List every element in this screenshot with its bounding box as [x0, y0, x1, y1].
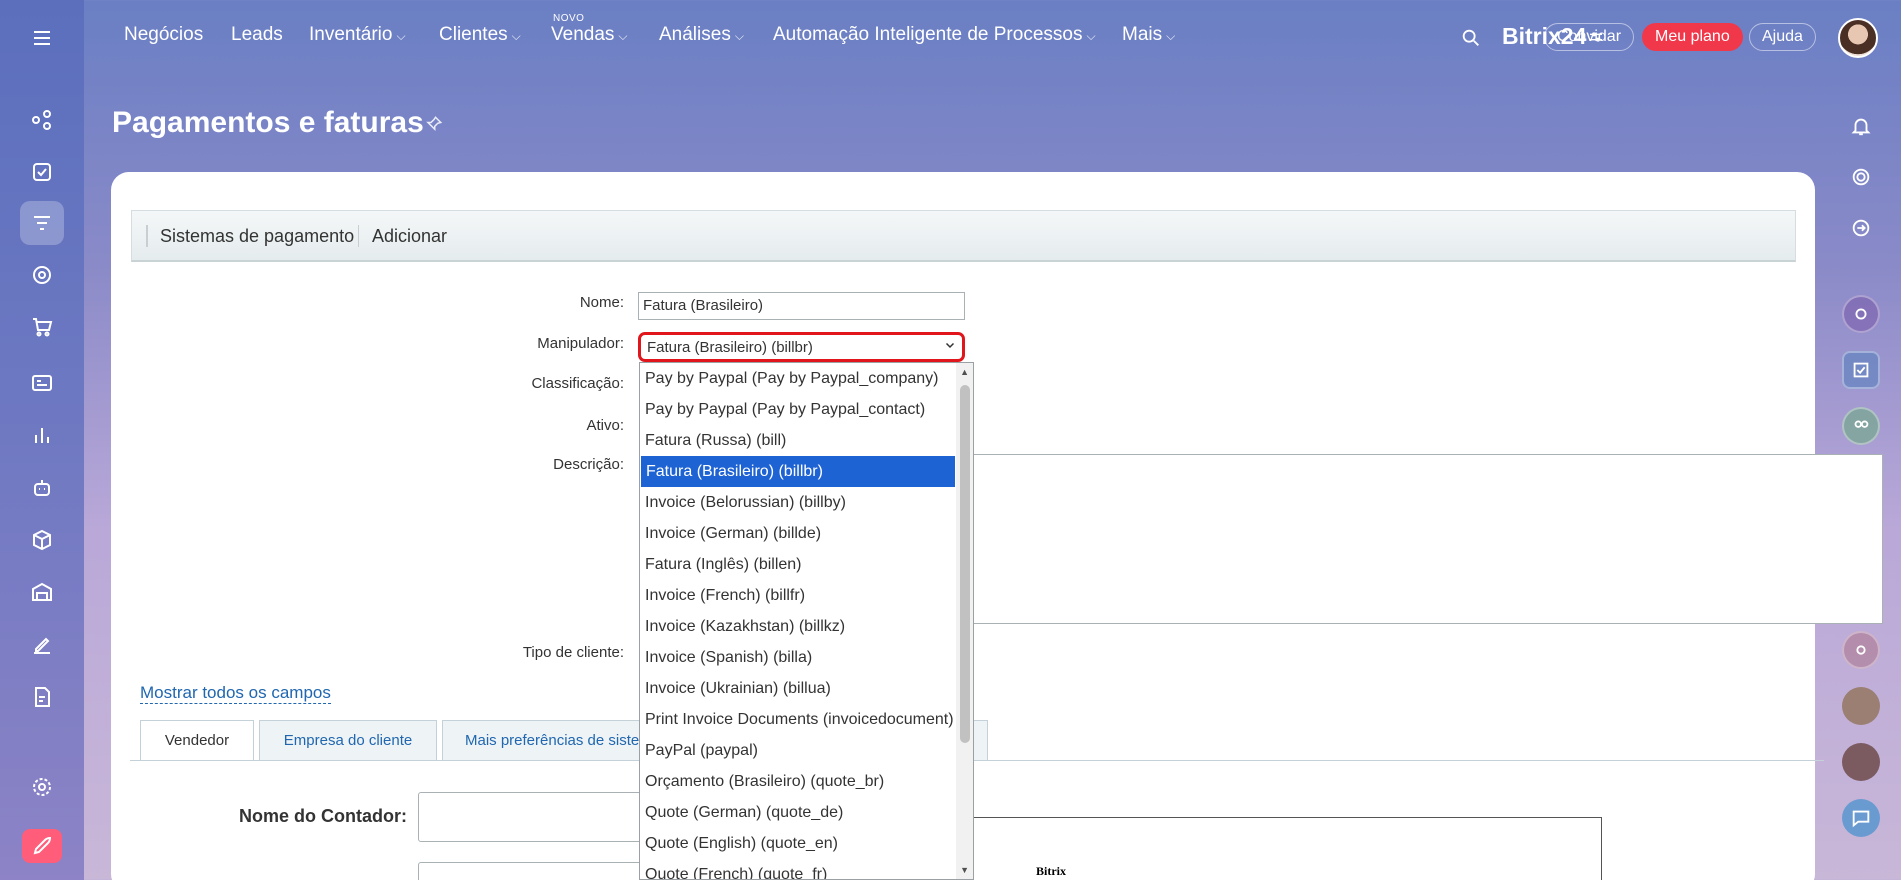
dropdown-option[interactable]: Invoice (Kazakhstan) (billkz) — [640, 611, 956, 642]
dropdown-option[interactable]: Fatura (Inglês) (billen) — [640, 549, 956, 580]
dropdown-option[interactable]: Quote (French) (quote_fr) — [640, 859, 956, 879]
nav-item-clientes[interactable]: Clientes ⌵ — [439, 24, 521, 46]
description-textarea[interactable] — [969, 454, 1883, 624]
dropdown-option[interactable]: Print Invoice Documents (invoicedocument… — [640, 704, 956, 735]
dropdown-option[interactable]: Invoice (Ukrainian) (billua) — [640, 673, 956, 704]
cart-icon[interactable] — [20, 305, 64, 349]
status-icon[interactable] — [1842, 631, 1880, 669]
analytics-icon[interactable] — [20, 413, 64, 457]
name-label: Nome: — [579, 294, 624, 311]
avatar[interactable] — [1842, 743, 1880, 781]
chevron-down-icon: ⌵ — [1086, 29, 1096, 43]
handler-dropdown-list[interactable]: Pay by Paypal (Pay by Paypal_company) Pay… — [639, 362, 974, 880]
box-icon[interactable] — [20, 518, 64, 562]
menu-icon[interactable] — [20, 16, 64, 60]
scrollbar-thumb[interactable] — [960, 385, 970, 743]
chevron-down-icon: ⌵ — [734, 29, 744, 43]
contador-input[interactable] — [418, 792, 648, 842]
dropdown-option[interactable]: Pay by Paypal (Pay by Paypal_contact) — [640, 394, 956, 425]
pin-icon[interactable] — [425, 115, 443, 138]
name-field[interactable]: Fatura (Brasileiro) — [638, 292, 965, 320]
sign-icon[interactable] — [20, 623, 64, 667]
nav-item-mais[interactable]: Mais ⌵ — [1122, 24, 1175, 46]
tab-divider — [130, 760, 1824, 761]
nav-item-vendas[interactable]: Vendas ⌵ — [551, 24, 628, 46]
crm-icon[interactable] — [20, 201, 64, 245]
tab-empresa-do-cliente[interactable]: Empresa do cliente — [259, 720, 437, 760]
text-input[interactable] — [418, 862, 648, 880]
dropdown-option[interactable]: Pay by Paypal (Pay by Paypal_company) — [640, 363, 956, 394]
rocket-icon[interactable] — [22, 829, 62, 863]
show-all-fields-link[interactable]: Mostrar todos os campos — [140, 683, 331, 704]
left-sidebar — [0, 0, 84, 880]
toolbar-divider — [146, 225, 148, 247]
tab-vendedor[interactable]: Vendedor — [140, 720, 254, 760]
top-navigation: Negócios Leads Inventário ⌵ Clientes ⌵ NOV… — [84, 0, 1901, 76]
new-badge: NOVO — [553, 13, 585, 24]
contador-label: Nome do Contador: — [239, 806, 407, 826]
dropdown-option[interactable]: Fatura (Russa) (bill) — [640, 425, 956, 456]
avatar[interactable] — [1838, 18, 1878, 58]
nav-item-leads[interactable]: Leads — [231, 24, 283, 46]
handler-label: Manipulador: — [537, 335, 624, 352]
scroll-up-icon[interactable]: ▲ — [960, 367, 969, 377]
dropdown-option[interactable]: Fatura (Brasileiro) (billbr) — [641, 456, 955, 487]
contact-card-icon[interactable] — [20, 361, 64, 405]
scroll-down-icon[interactable]: ▼ — [960, 865, 969, 875]
chevron-down-icon — [944, 338, 956, 354]
task-chat-icon[interactable] — [1842, 351, 1880, 389]
sync-icon[interactable] — [1842, 209, 1880, 247]
chevron-down-icon: ⌵ — [1166, 29, 1176, 43]
page-title: Pagamentos e faturas — [112, 106, 424, 139]
target-icon[interactable] — [20, 253, 64, 297]
chat-icon[interactable] — [1842, 799, 1880, 837]
bell-icon[interactable] — [1842, 107, 1880, 145]
nav-item-analises[interactable]: Análises ⌵ — [659, 24, 744, 46]
tasks-icon[interactable] — [20, 150, 64, 194]
activity-stream-icon[interactable] — [20, 98, 64, 142]
preview-text: Bitrix — [1036, 864, 1066, 878]
toolbar-divider — [358, 225, 359, 247]
robot-icon[interactable] — [20, 466, 64, 510]
document-edit-icon[interactable] — [20, 675, 64, 719]
settings-icon[interactable] — [20, 765, 64, 809]
client-type-label: Tipo de cliente: — [522, 644, 624, 661]
invite-button[interactable]: Convidar — [1544, 23, 1635, 51]
add-button[interactable]: Adicionar — [372, 226, 447, 247]
dropdown-option[interactable]: Invoice (Belorussian) (billby) — [640, 487, 956, 518]
chevron-down-icon: ⌵ — [511, 29, 521, 43]
group-chat-icon[interactable] — [1842, 407, 1880, 445]
dropdown-option[interactable]: Invoice (French) (billfr) — [640, 580, 956, 611]
dropdown-option[interactable]: Orçamento (Brasileiro) (quote_br) — [640, 766, 956, 797]
chat-channel-icon[interactable] — [1842, 295, 1880, 333]
dropdown-scrollbar[interactable]: ▲ ▼ — [956, 363, 973, 879]
dropdown-option[interactable]: Invoice (Spanish) (billa) — [640, 642, 956, 673]
handler-select[interactable]: Fatura (Brasileiro) (billbr) — [638, 332, 965, 362]
nav-item-automacao[interactable]: Automação Inteligente de Processos ⌵ — [773, 24, 1096, 46]
active-label: Ativo: — [586, 417, 624, 434]
dropdown-option[interactable]: Invoice (German) (billde) — [640, 518, 956, 549]
dropdown-option[interactable]: Quote (English) (quote_en) — [640, 828, 956, 859]
description-label: Descrição: — [553, 456, 624, 473]
chevron-down-icon: ⌵ — [618, 29, 628, 43]
chevron-down-icon: ⌵ — [396, 29, 406, 43]
toolbar: Sistemas de pagamento Adicionar — [131, 210, 1796, 262]
nav-item-negocios[interactable]: Negócios — [124, 24, 203, 46]
my-plan-button[interactable]: Meu plano — [1642, 23, 1743, 51]
sort-label: Classificação: — [531, 375, 624, 392]
help-button[interactable]: Ajuda — [1749, 23, 1816, 51]
dropdown-option[interactable]: PayPal (paypal) — [640, 735, 956, 766]
handler-select-value: Fatura (Brasileiro) (billbr) — [647, 339, 813, 356]
nav-item-inventario[interactable]: Inventário ⌵ — [309, 24, 406, 46]
avatar[interactable] — [1842, 687, 1880, 725]
payment-systems-button[interactable]: Sistemas de pagamento — [160, 226, 354, 247]
copilot-icon[interactable] — [1842, 158, 1880, 196]
warehouse-icon[interactable] — [20, 570, 64, 614]
dropdown-option[interactable]: Quote (German) (quote_de) — [640, 797, 956, 828]
search-icon[interactable] — [1460, 27, 1482, 52]
